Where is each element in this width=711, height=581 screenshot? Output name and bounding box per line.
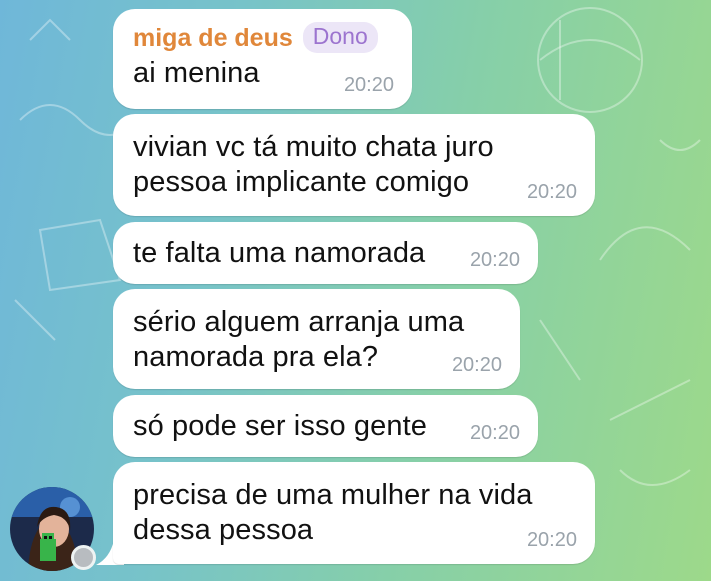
message-bubble[interactable]: miga de deus Dono ai menina 20:20: [113, 9, 412, 109]
message-text: sério alguem arranja uma namorada pra el…: [133, 306, 465, 373]
message-header: miga de deus Dono: [133, 22, 394, 56]
message-bubble[interactable]: vivian vc tá muito chata juro pessoa imp…: [113, 114, 595, 216]
message-time: 20:20: [451, 354, 502, 376]
message-time: 20:20: [526, 181, 577, 203]
message-text: te falta uma namorada: [133, 237, 426, 269]
message-bubble[interactable]: precisa de uma mulher na vida dessa pess…: [113, 462, 595, 564]
message-time: 20:20: [526, 529, 577, 551]
message-time: 20:20: [469, 249, 520, 271]
status-dot-icon: [71, 545, 96, 570]
message-text: precisa de uma mulher na vida dessa pess…: [133, 479, 533, 546]
message-bubble[interactable]: te falta uma namorada 20:20: [113, 222, 538, 284]
message-text: vivian vc tá muito chata juro pessoa imp…: [133, 131, 494, 198]
message-bubble[interactable]: só pode ser isso gente 20:20: [113, 395, 538, 457]
message-time: 20:20: [343, 74, 394, 96]
message-text: só pode ser isso gente: [133, 410, 427, 442]
admin-badge: Dono: [302, 22, 378, 53]
message-bubble[interactable]: sério alguem arranja uma namorada pra el…: [113, 289, 520, 389]
sender-name[interactable]: miga de deus: [133, 24, 293, 52]
message-time: 20:20: [469, 422, 520, 444]
